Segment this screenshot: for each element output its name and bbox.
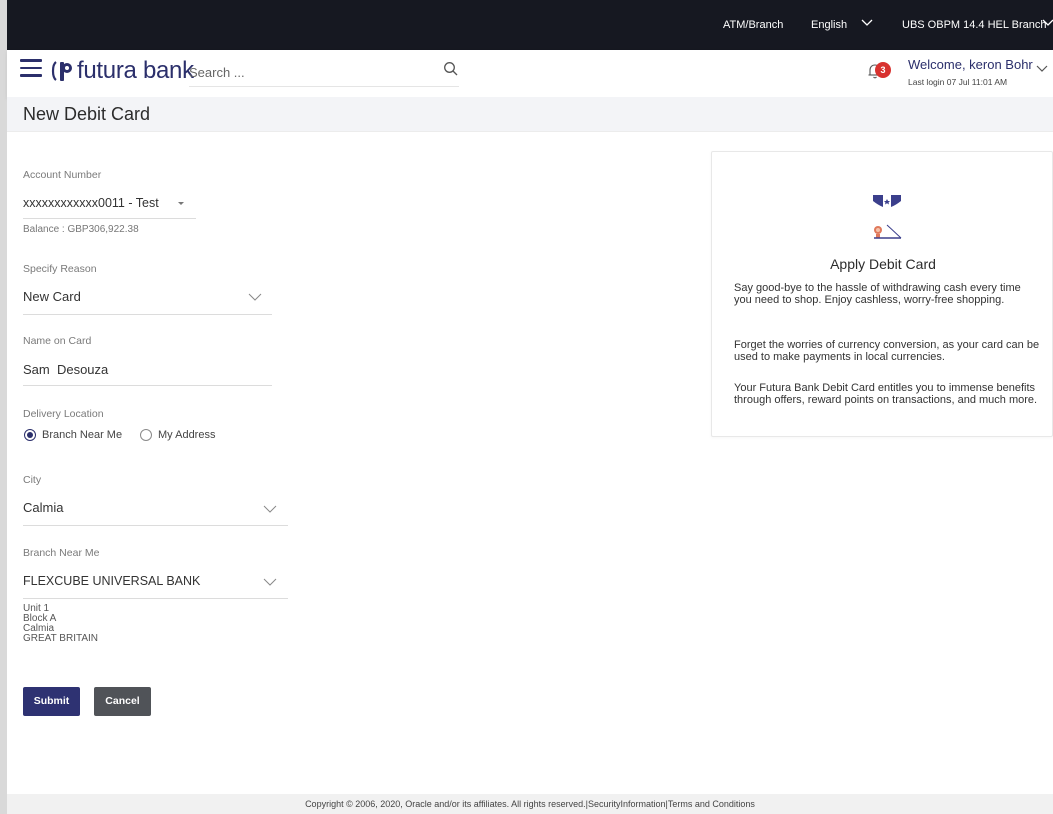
chevron-down-icon[interactable] — [263, 504, 277, 514]
search-icon[interactable] — [443, 61, 459, 77]
account-number-underline — [23, 218, 196, 219]
info-paragraph: Forget the worries of currency conversio… — [734, 339, 1040, 363]
account-number-select[interactable]: xxxxxxxxxxxx0011 - Test — [23, 196, 159, 210]
info-paragraph: Your Futura Bank Debit Card entitles you… — [734, 382, 1038, 406]
cancel-button[interactable]: Cancel — [94, 687, 151, 716]
page-title-bar: New Debit Card — [7, 97, 1053, 132]
reason-label: Specify Reason — [23, 263, 97, 275]
branch-select[interactable]: FLEXCUBE UNIVERSAL BANK — [23, 574, 200, 588]
search-input[interactable] — [189, 59, 459, 87]
caret-down-icon[interactable] — [174, 199, 188, 209]
brand-name: futura bank — [77, 57, 194, 84]
city-underline — [23, 525, 288, 526]
branch-address-line: GREAT BRITAIN — [23, 633, 99, 644]
menu-icon[interactable] — [20, 59, 42, 79]
chevron-down-icon[interactable] — [860, 16, 874, 30]
radio-my-address[interactable] — [140, 429, 152, 441]
welcome-user[interactable]: Welcome, keron Bohr — [908, 57, 1033, 72]
submit-button[interactable]: Submit — [23, 687, 80, 716]
notification-badge[interactable]: 3 — [875, 62, 891, 78]
reason-underline — [23, 314, 272, 315]
last-login: Last login 07 Jul 11:01 AM — [908, 77, 1008, 87]
chevron-down-icon[interactable] — [1035, 62, 1049, 76]
radio-my-address-label[interactable]: My Address — [158, 429, 215, 441]
info-card-title: Apply Debit Card — [830, 256, 936, 272]
account-balance: Balance : GBP306,922.38 — [23, 224, 139, 235]
apply-debit-card-info: Apply Debit Card Say good-bye to the has… — [711, 151, 1053, 437]
chevron-down-icon[interactable] — [1041, 16, 1053, 30]
radio-branch-near-me-label[interactable]: Branch Near Me — [42, 429, 122, 441]
trophy-icon — [873, 195, 902, 239]
atm-branch-link[interactable]: ATM/Branch — [723, 19, 783, 31]
radio-branch-near-me[interactable] — [24, 429, 36, 441]
chevron-down-icon[interactable] — [248, 292, 262, 302]
language-selector[interactable]: English — [811, 19, 847, 31]
branch-underline — [23, 598, 288, 599]
info-paragraph: Say good-bye to the hassle of withdrawin… — [734, 282, 1021, 306]
city-label: City — [23, 474, 42, 486]
name-underline — [23, 385, 272, 386]
page-footer[interactable]: Copyright © 2006, 2020, Oracle and/or it… — [7, 794, 1053, 814]
top-bar: ATM/Branch English UBS OBPM 14.4 HEL Bra… — [7, 0, 1053, 50]
delivery-location-label: Delivery Location — [23, 408, 104, 420]
name-on-card-input[interactable]: Sam Desouza — [23, 362, 108, 377]
chevron-down-icon[interactable] — [263, 577, 277, 587]
city-select[interactable]: Calmia — [23, 500, 63, 515]
page-title: New Debit Card — [23, 104, 151, 124]
app-frame: ATM/Branch English UBS OBPM 14.4 HEL Bra… — [0, 0, 1053, 814]
account-number-label: Account Number — [23, 169, 102, 181]
futura-logo-icon — [51, 61, 72, 81]
branch-label: Branch Near Me — [23, 547, 100, 559]
name-on-card-label: Name on Card — [23, 335, 92, 347]
entity-selector[interactable]: UBS OBPM 14.4 HEL Branch — [902, 19, 1047, 31]
app-header: futura bank 3 Welcome, keron Bohr Last l… — [7, 50, 1053, 97]
reason-select[interactable]: New Card — [23, 289, 81, 304]
